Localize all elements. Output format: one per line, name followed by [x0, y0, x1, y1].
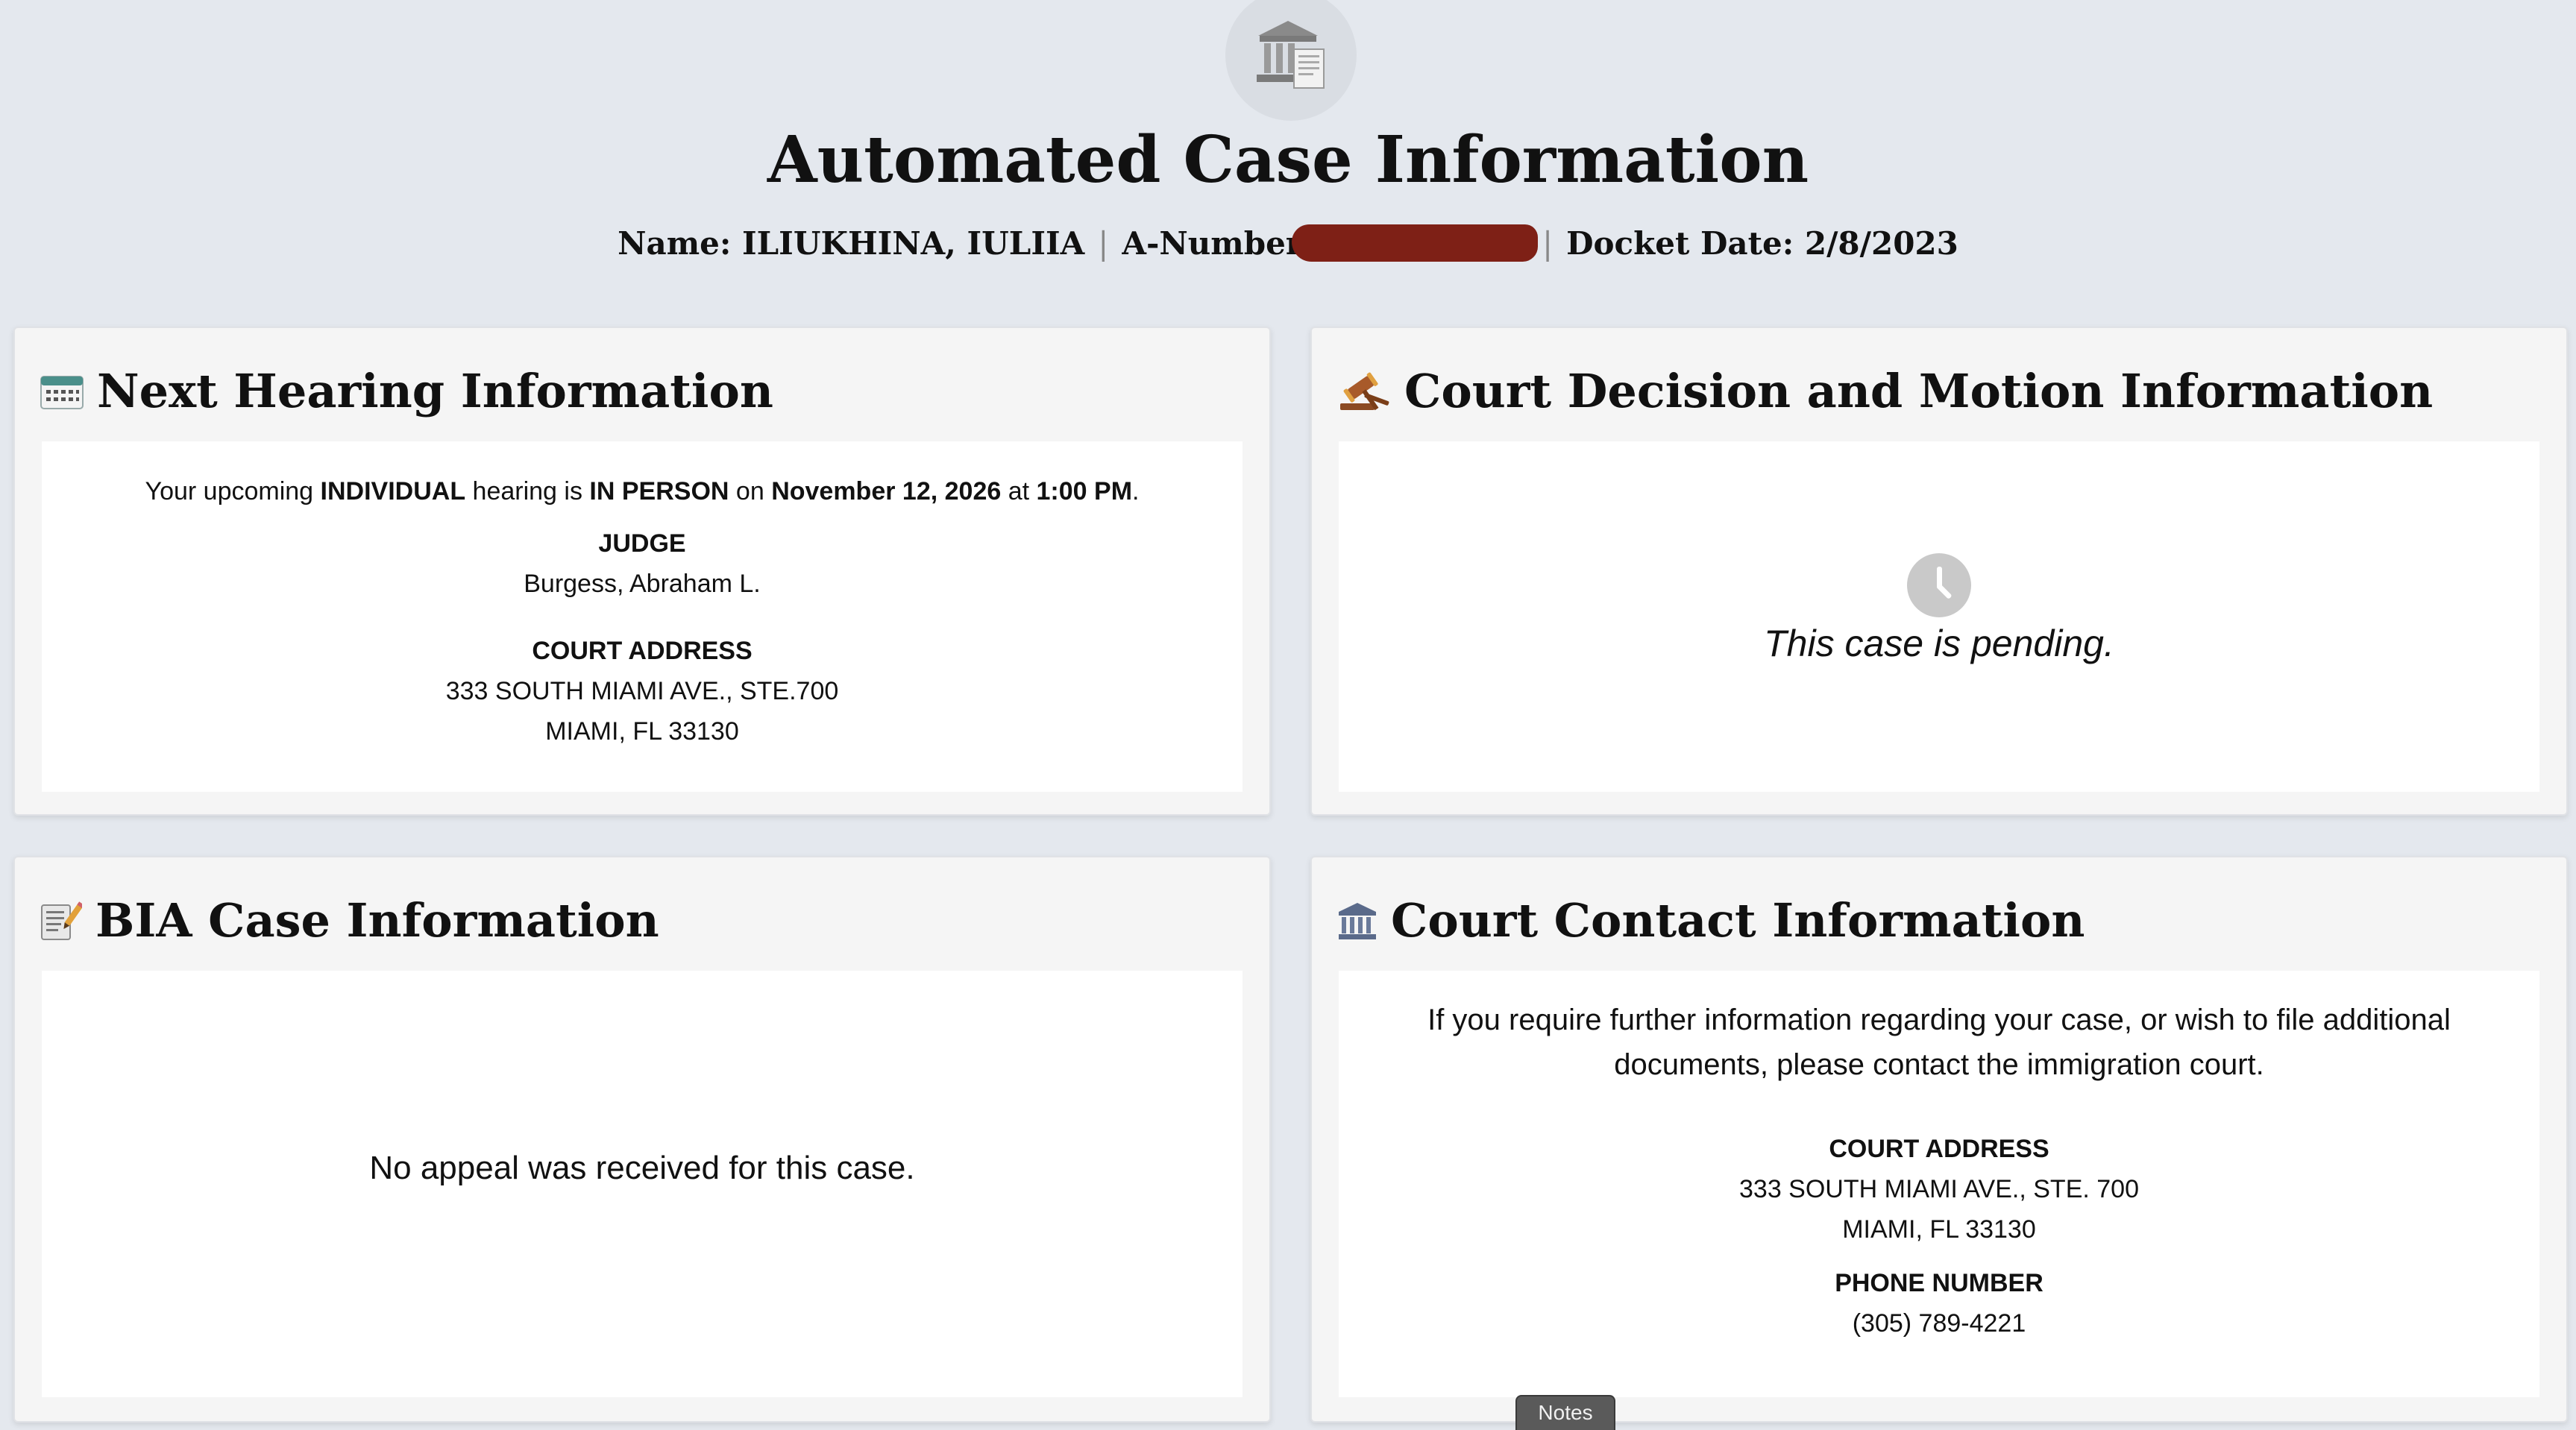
bia-case-card: BIA Case Information No appeal was recei…: [13, 856, 1271, 1423]
hearing-text: hearing is: [465, 477, 590, 505]
hearing-time: 1:00 PM: [1036, 477, 1133, 505]
card-title: Court Decision and Motion Information: [1404, 364, 2434, 418]
redaction-mark: [1291, 224, 1538, 262]
court-address-line2: MIAMI, FL 33130: [1842, 1215, 2036, 1244]
court-address-label: COURT ADDRESS: [1829, 1135, 2049, 1163]
card-header: Court Contact Information: [1337, 898, 2085, 944]
judge-name: Burgess, Abraham L.: [524, 570, 761, 598]
court-address-line1: 333 SOUTH MIAMI AVE., STE.700: [445, 677, 839, 705]
docket-date-field: Docket Date: 2/8/2023: [1566, 225, 1958, 262]
phone-label: PHONE NUMBER: [1835, 1269, 2043, 1297]
card-header: Next Hearing Information: [40, 368, 773, 415]
hearing-text: on: [729, 477, 772, 505]
meta-separator: |: [1098, 225, 1109, 262]
card-title: Next Hearing Information: [97, 364, 773, 418]
hearing-text: Your upcoming: [145, 477, 321, 505]
court-decision-card: Court Decision and Motion Information Th…: [1310, 327, 2568, 816]
card-title: BIA Case Information: [95, 893, 659, 948]
courthouse-icon: [1337, 901, 1377, 940]
card-header: Court Decision and Motion Information: [1337, 368, 2433, 415]
memo-icon: [40, 901, 82, 941]
calendar-icon: [40, 374, 84, 409]
clock-icon: [1907, 553, 1971, 617]
pending-text: This case is pending.: [1764, 623, 2114, 664]
courthouse-document-icon: [1257, 21, 1325, 89]
court-address-label: COURT ADDRESS: [532, 637, 753, 665]
judge-block: JUDGE Burgess, Abraham L.: [42, 523, 1243, 604]
card-title: Court Contact Information: [1391, 893, 2085, 948]
hearing-text: .: [1132, 477, 1140, 505]
hearing-summary: Your upcoming INDIVIDUAL hearing is IN P…: [42, 471, 1243, 511]
card-body: Your upcoming INDIVIDUAL hearing is IN P…: [42, 441, 1243, 792]
court-address-line1: 333 SOUTH MIAMI AVE., STE. 700: [1739, 1175, 2139, 1203]
notes-tab[interactable]: Notes: [1515, 1395, 1615, 1430]
court-address-line2: MIAMI, FL 33130: [545, 717, 739, 746]
card-body: No appeal was received for this case.: [42, 971, 1243, 1397]
meta-separator: |: [1542, 225, 1554, 262]
name-field: Name: ILIUKHINA, IULIIA: [618, 225, 1085, 262]
court-contact-card: Court Contact Information If you require…: [1310, 856, 2568, 1423]
hearing-type: INDIVIDUAL: [320, 477, 466, 505]
judge-label: JUDGE: [598, 529, 686, 558]
court-logo: [1225, 0, 1357, 121]
hearing-text: at: [1001, 477, 1037, 505]
phone-block: PHONE NUMBER (305) 789-4221: [1339, 1263, 2539, 1344]
card-body: This case is pending.: [1339, 441, 2539, 792]
contact-intro: If you require further information regar…: [1427, 1004, 2451, 1081]
no-appeal-message: No appeal was received for this case.: [369, 1150, 915, 1186]
a-number-field: A-Number: [1122, 225, 1302, 262]
court-address-block: COURT ADDRESS 333 SOUTH MIAMI AVE., STE.…: [42, 631, 1243, 752]
card-body: If you require further information regar…: [1339, 971, 2539, 1397]
page-title: Automated Case Information: [767, 122, 1809, 198]
hearing-date: November 12, 2026: [771, 477, 1002, 505]
hearing-mode: IN PERSON: [589, 477, 729, 505]
phone-number[interactable]: (305) 789-4221: [1339, 1303, 2539, 1344]
case-meta-line: Name: ILIUKHINA, IULIIA | A-Number | Docket …: [0, 224, 2576, 265]
card-header: BIA Case Information: [40, 898, 659, 944]
pending-status: This case is pending.: [1339, 553, 2539, 665]
gavel-icon: [1337, 371, 1391, 412]
next-hearing-card: Next Hearing Information Your upcoming I…: [13, 327, 1271, 816]
court-address-block: COURT ADDRESS 333 SOUTH MIAMI AVE., STE.…: [1339, 1129, 2539, 1250]
